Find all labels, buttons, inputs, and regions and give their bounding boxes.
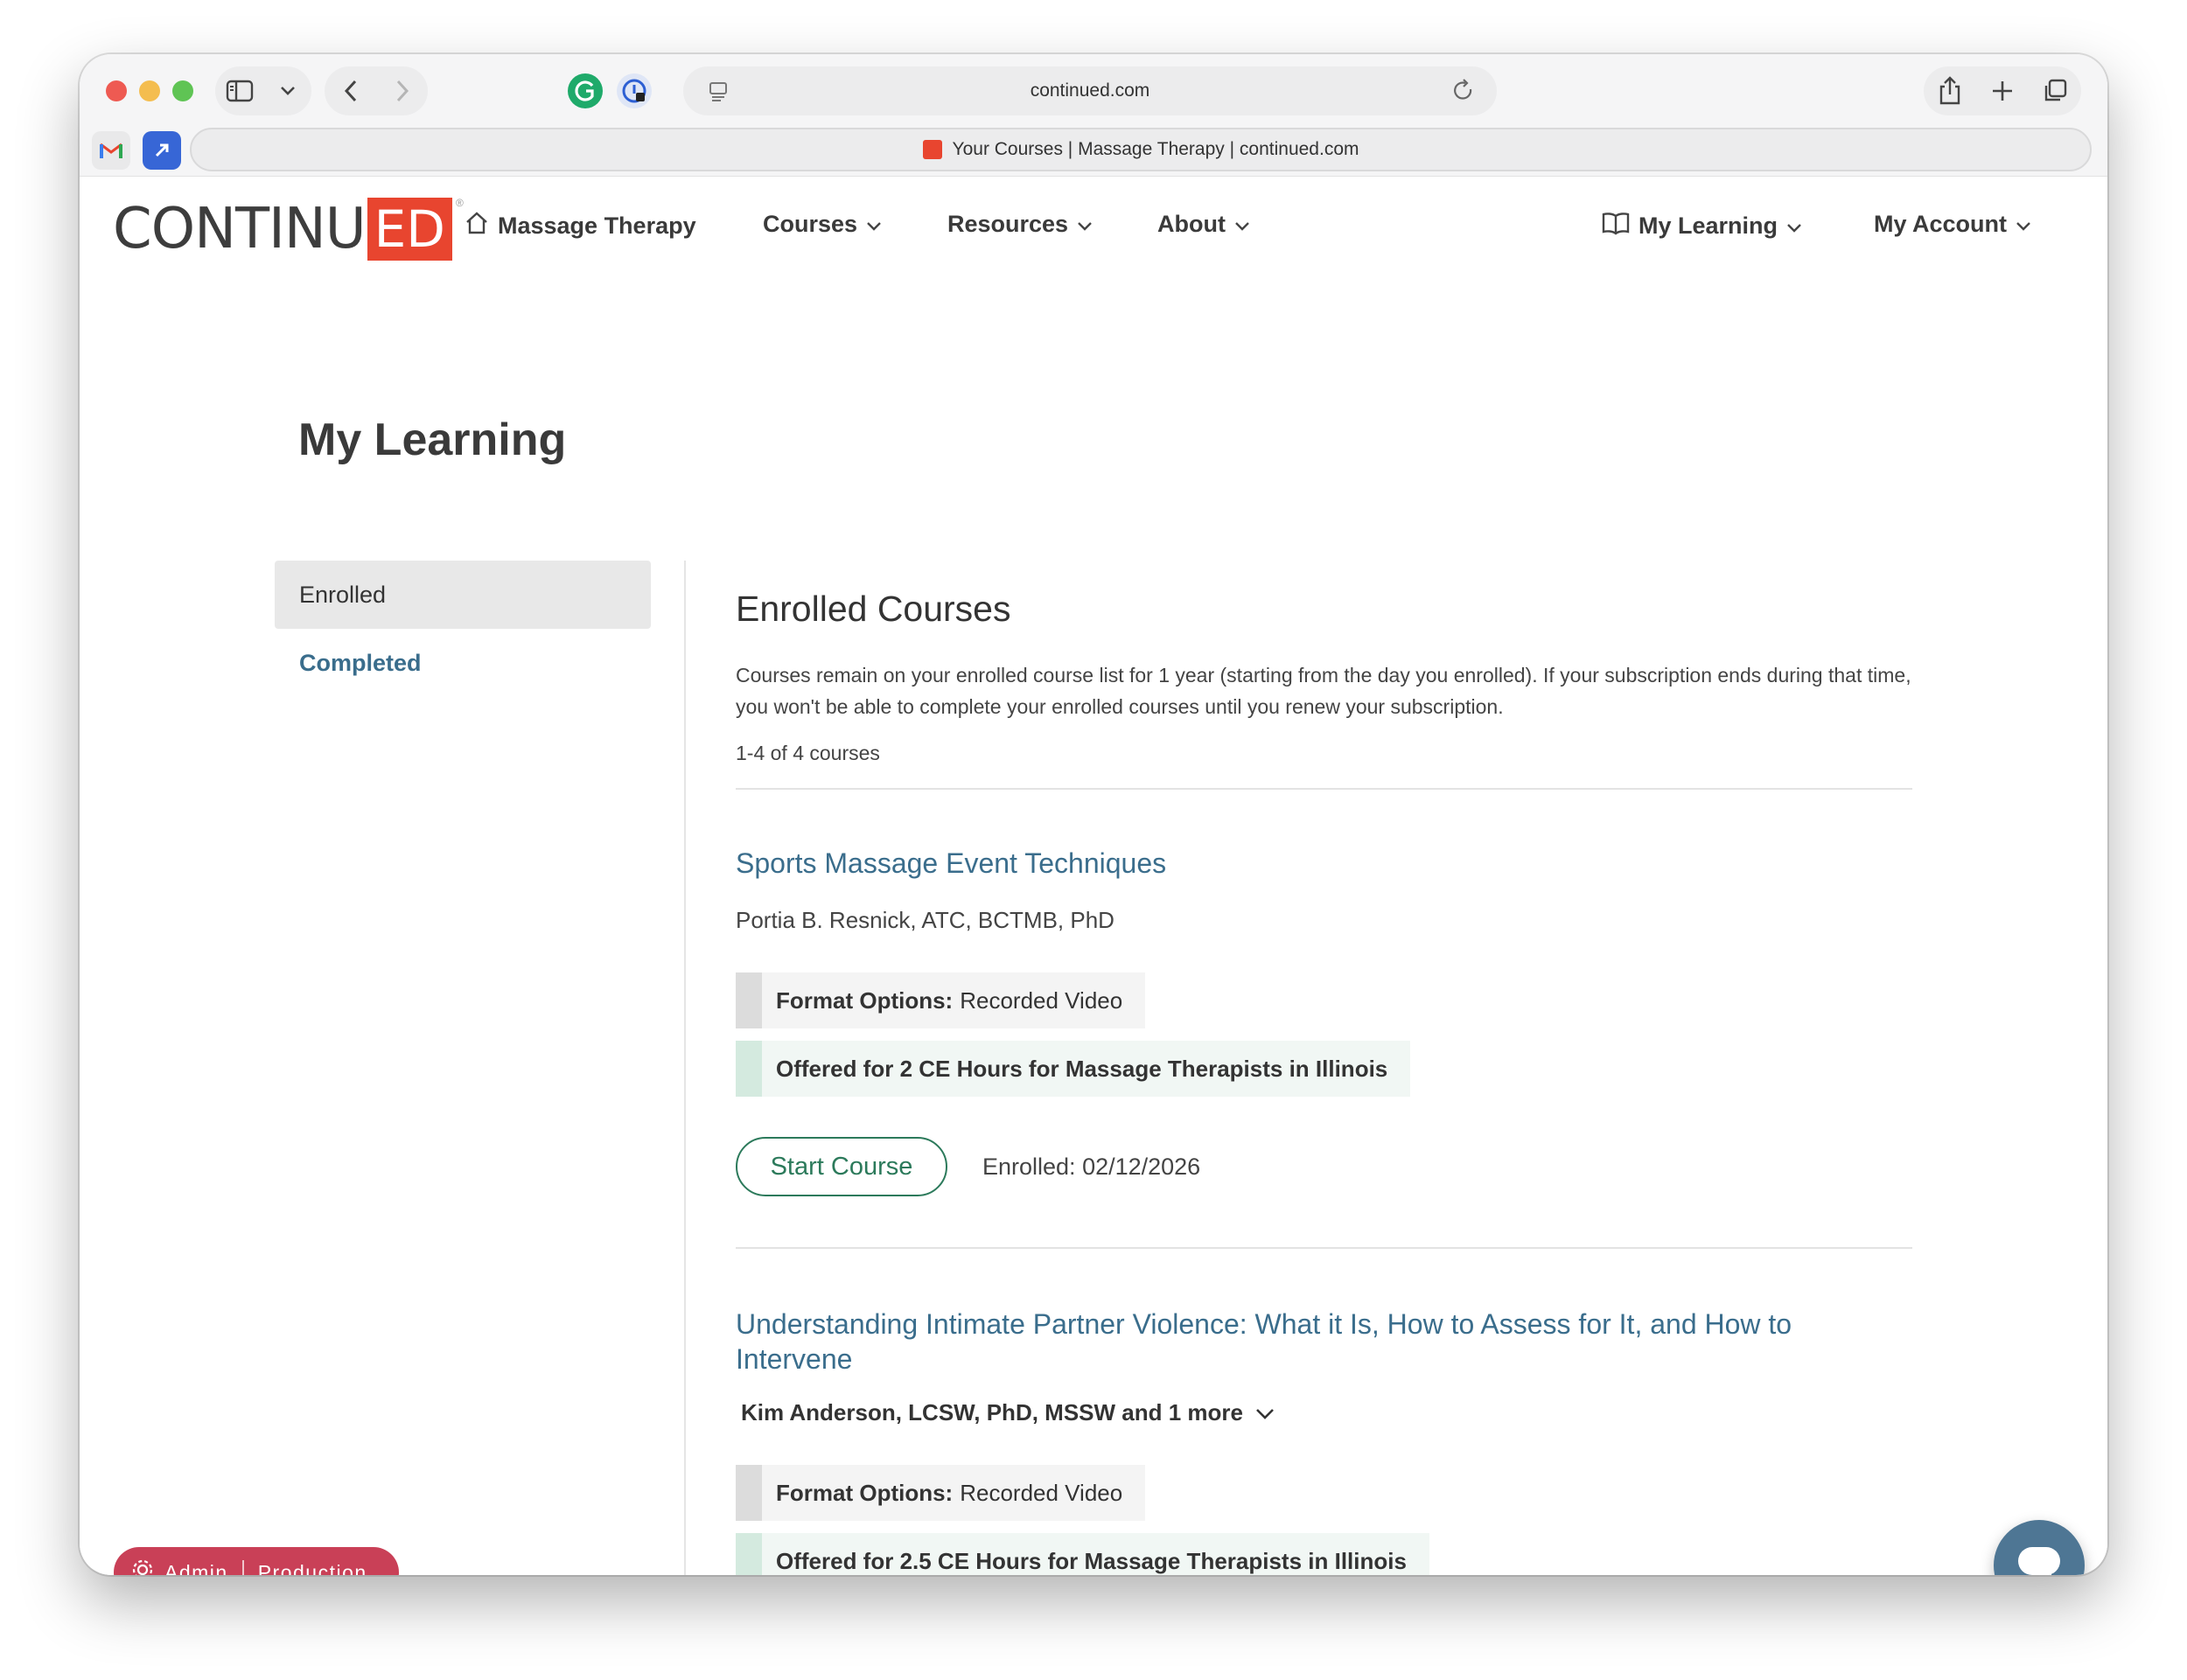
course-author-expandable[interactable]: Kim Anderson, LCSW, PhD, MSSW and 1 more bbox=[741, 1399, 1912, 1426]
chevron-down-icon bbox=[866, 211, 882, 238]
course-actions: Start Course Enrolled: 02/12/2026 bbox=[736, 1137, 1912, 1196]
admin-separator bbox=[241, 1560, 244, 1575]
nav-resources[interactable]: Resources bbox=[947, 211, 1093, 238]
admin-label: Admin bbox=[164, 1560, 228, 1576]
chevron-down-icon bbox=[1077, 211, 1093, 238]
pinned-app-icon[interactable] bbox=[143, 131, 181, 170]
format-tag-row: Format Options: Recorded Video bbox=[736, 1465, 1912, 1521]
url-text: continued.com bbox=[1030, 80, 1150, 101]
logo-text-main: CONTINU bbox=[113, 197, 367, 261]
format-value: Recorded Video bbox=[960, 986, 1123, 1014]
tab-overview-icon[interactable] bbox=[2037, 73, 2072, 108]
format-tag-row: Format Options: Recorded Video bbox=[736, 972, 1912, 1028]
enrolled-date: Enrolled: 02/12/2026 bbox=[982, 1153, 1201, 1180]
chat-launcher-button[interactable] bbox=[1994, 1520, 2085, 1575]
reader-view-icon[interactable] bbox=[701, 73, 736, 114]
course-card: Sports Massage Event Techniques Portia B… bbox=[736, 790, 1912, 1249]
forward-arrow-icon[interactable] bbox=[385, 73, 420, 108]
logo-text-ed: ED bbox=[367, 198, 452, 261]
browser-window: continued.com Your Courses | Massage The… bbox=[80, 54, 2107, 1575]
nav-my-account-label: My Account bbox=[1874, 211, 2008, 237]
gmail-icon[interactable] bbox=[92, 131, 130, 170]
active-tab[interactable]: Your Courses | Massage Therapy | continu… bbox=[190, 128, 2092, 171]
nav-resources-label: Resources bbox=[947, 211, 1069, 237]
course-card: Understanding Intimate Partner Violence:… bbox=[736, 1249, 1912, 1575]
home-icon bbox=[465, 211, 489, 241]
ce-hours-tag: Offered for 2 CE Hours for Massage Thera… bbox=[736, 1041, 1411, 1097]
format-tag: Format Options: Recorded Video bbox=[736, 1465, 1146, 1521]
section-heading: Enrolled Courses bbox=[736, 589, 1011, 629]
browser-toolbar: continued.com Your Courses | Massage The… bbox=[80, 54, 2107, 177]
back-arrow-icon[interactable] bbox=[333, 73, 368, 108]
address-bar[interactable]: continued.com bbox=[683, 66, 1497, 115]
chevron-down-icon bbox=[1786, 213, 1802, 240]
nav-my-learning-label: My Learning bbox=[1639, 213, 1778, 239]
course-author: Portia B. Resnick, ATC, BCTMB, PhD bbox=[736, 907, 1114, 933]
chevron-down-icon[interactable] bbox=[270, 73, 305, 108]
format-label: Format Options: bbox=[776, 986, 954, 1014]
course-count: 1-4 of 4 courses bbox=[736, 742, 880, 764]
web-page: CONTINU ED ® Massage Therapy Courses Res… bbox=[80, 178, 2107, 1575]
course-title-link[interactable]: Understanding Intimate Partner Violence:… bbox=[736, 1307, 1855, 1377]
continued-logo[interactable]: CONTINU ED ® bbox=[113, 197, 464, 261]
zoom-window-button[interactable] bbox=[172, 80, 193, 101]
nav-massage-therapy-label: Massage Therapy bbox=[498, 213, 696, 239]
ce-tag-row: Offered for 2.5 CE Hours for Massage The… bbox=[736, 1533, 1912, 1575]
window-controls bbox=[106, 80, 193, 101]
sidebar-item-enrolled[interactable]: Enrolled bbox=[275, 561, 651, 629]
nav-about[interactable]: About bbox=[1157, 211, 1250, 238]
sidebar-toggle-group bbox=[215, 66, 311, 115]
sidebar-divider bbox=[684, 561, 686, 1575]
format-tag: Format Options: Recorded Video bbox=[736, 972, 1146, 1028]
sidebar-icon[interactable] bbox=[222, 73, 257, 108]
logo-registered-mark: ® bbox=[455, 197, 464, 209]
start-course-button[interactable]: Start Course bbox=[736, 1137, 947, 1196]
admin-environment-badge[interactable]: Admin Production bbox=[114, 1547, 399, 1575]
new-tab-plus-icon[interactable] bbox=[1985, 73, 2020, 108]
nav-my-learning[interactable]: My Learning bbox=[1602, 211, 1802, 241]
sidebar-item-completed[interactable]: Completed bbox=[275, 629, 651, 697]
ce-tag-row: Offered for 2 CE Hours for Massage Thera… bbox=[736, 1041, 1912, 1097]
close-window-button[interactable] bbox=[106, 80, 127, 101]
format-value: Recorded Video bbox=[960, 1479, 1123, 1506]
site-favicon-icon bbox=[922, 140, 942, 159]
book-icon bbox=[1602, 211, 1630, 241]
ce-hours-tag: Offered for 2.5 CE Hours for Massage The… bbox=[736, 1533, 1429, 1575]
history-nav-group bbox=[325, 66, 428, 115]
enrolled-courses-section: Enrolled Courses Courses remain on your … bbox=[736, 589, 1912, 1575]
chevron-down-icon bbox=[2016, 211, 2031, 238]
course-author: Kim Anderson, LCSW, PhD, MSSW and 1 more bbox=[741, 1399, 1243, 1426]
share-icon[interactable] bbox=[1932, 73, 1967, 108]
tab-title: Your Courses | Massage Therapy | continu… bbox=[952, 139, 1359, 159]
password-extension-icon[interactable] bbox=[617, 73, 652, 108]
site-header: CONTINU ED ® Massage Therapy Courses Res… bbox=[80, 178, 2107, 278]
page-title: My Learning bbox=[298, 415, 567, 465]
learning-sidebar: Enrolled Completed bbox=[275, 561, 651, 697]
nav-my-account[interactable]: My Account bbox=[1874, 211, 2031, 238]
chat-bubble-icon bbox=[2016, 1544, 2062, 1575]
nav-courses-label: Courses bbox=[763, 211, 858, 237]
chevron-down-icon bbox=[1255, 1399, 1275, 1426]
reload-icon[interactable] bbox=[1446, 73, 1481, 114]
grammarly-extension-icon[interactable] bbox=[568, 73, 603, 108]
nav-massage-therapy[interactable]: Massage Therapy bbox=[465, 211, 696, 241]
environment-label: Production bbox=[257, 1560, 367, 1576]
course-title-link[interactable]: Sports Massage Event Techniques bbox=[736, 846, 1912, 881]
chevron-down-icon bbox=[1234, 211, 1250, 238]
toolbar-right-group bbox=[1924, 66, 2081, 115]
nav-courses[interactable]: Courses bbox=[763, 211, 882, 238]
nav-about-label: About bbox=[1157, 211, 1226, 237]
section-description: Courses remain on your enrolled course l… bbox=[736, 664, 1911, 718]
gear-icon bbox=[129, 1557, 156, 1575]
tab-row: Your Courses | Massage Therapy | continu… bbox=[80, 128, 2107, 171]
minimize-window-button[interactable] bbox=[139, 80, 160, 101]
format-label: Format Options: bbox=[776, 1479, 954, 1506]
